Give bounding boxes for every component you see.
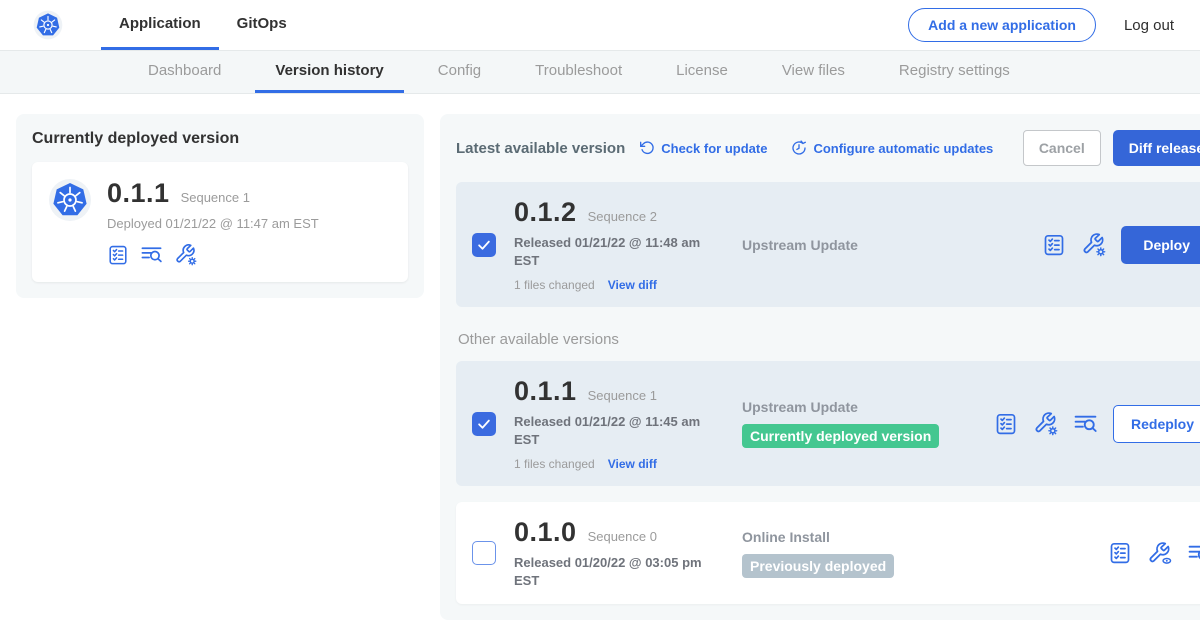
- deploy-button[interactable]: Deploy: [1121, 226, 1200, 264]
- released-timestamp: Released 01/21/22 @ 11:48 am EST: [514, 234, 719, 269]
- released-timestamp: Released 01/21/22 @ 11:45 am EST: [514, 413, 719, 448]
- wrench-gear-icon[interactable]: [174, 243, 197, 266]
- version-sequence: Sequence 1: [588, 388, 657, 403]
- version-row-0-1-0: 0.1.0 Sequence 0 Released 01/20/22 @ 03:…: [456, 502, 1200, 604]
- release-notes-icon[interactable]: [1042, 233, 1066, 257]
- other-versions-title: Other available versions: [458, 331, 1200, 348]
- deployed-version-number: 0.1.1: [107, 178, 170, 209]
- subnav-item-license[interactable]: License: [656, 51, 748, 93]
- wrench-gear-icon[interactable]: [1081, 232, 1106, 257]
- version-sequence: Sequence 0: [588, 529, 657, 544]
- currently-deployed-title: Currently deployed version: [32, 130, 408, 148]
- logout-button[interactable]: Log out: [1124, 17, 1174, 34]
- subnav-item-config[interactable]: Config: [418, 51, 501, 93]
- subnav-item-version-history[interactable]: Version history: [255, 51, 403, 93]
- diff-releases-button[interactable]: Diff releases: [1113, 130, 1200, 166]
- subnav-item-registry-settings[interactable]: Registry settings: [879, 51, 1030, 93]
- check-for-update-link[interactable]: Check for update: [639, 140, 767, 156]
- wrench-eye-icon[interactable]: [1147, 541, 1172, 566]
- tab-application[interactable]: Application: [101, 0, 219, 50]
- previously-deployed-badge: Previously deployed: [742, 554, 894, 578]
- version-row-0-1-2: 0.1.2 Sequence 2 Released 01/21/22 @ 11:…: [456, 182, 1200, 307]
- check-for-update-label: Check for update: [661, 141, 767, 156]
- check-icon: [475, 236, 493, 254]
- release-notes-icon[interactable]: [994, 412, 1018, 436]
- kubernetes-app-icon: [48, 178, 92, 222]
- file-search-icon[interactable]: [1187, 541, 1200, 566]
- currently-deployed-badge: Currently deployed version: [742, 424, 939, 448]
- configure-auto-updates-label: Configure automatic updates: [813, 141, 993, 156]
- kubernetes-logo-icon: [33, 10, 63, 40]
- version-number: 0.1.0: [514, 517, 577, 548]
- version-number: 0.1.2: [514, 197, 577, 228]
- files-changed: 1 files changed: [514, 457, 595, 471]
- add-application-button[interactable]: Add a new application: [908, 8, 1096, 42]
- app-logo: [33, 0, 63, 50]
- release-notes-icon[interactable]: [107, 244, 129, 266]
- released-timestamp: Released 01/20/22 @ 03:05 pm EST: [514, 554, 719, 589]
- version-checkbox[interactable]: [472, 541, 496, 565]
- version-checkbox[interactable]: [472, 412, 496, 436]
- view-diff-link[interactable]: View diff: [608, 278, 657, 292]
- release-notes-icon[interactable]: [1108, 541, 1132, 565]
- tab-application-label: Application: [119, 15, 201, 32]
- redeploy-button[interactable]: Redeploy: [1113, 405, 1200, 443]
- configure-auto-updates-link[interactable]: Configure automatic updates: [791, 140, 993, 156]
- file-search-icon[interactable]: [140, 243, 163, 266]
- version-number: 0.1.1: [514, 376, 577, 407]
- tab-gitops[interactable]: GitOps: [219, 0, 305, 50]
- file-search-icon[interactable]: [1073, 411, 1098, 436]
- cancel-button[interactable]: Cancel: [1023, 130, 1101, 166]
- subnav-item-troubleshoot[interactable]: Troubleshoot: [515, 51, 642, 93]
- version-source: Upstream Update: [742, 399, 994, 415]
- version-history-page: Currently deployed version 0.1.1 Sequenc…: [0, 94, 1200, 620]
- clock-refresh-icon: [791, 140, 807, 156]
- latest-available-title: Latest available version: [456, 140, 625, 157]
- version-checkbox[interactable]: [472, 233, 496, 257]
- deployed-timestamp: Deployed 01/21/22 @ 11:47 am EST: [107, 216, 319, 231]
- subnav-item-view-files[interactable]: View files: [762, 51, 865, 93]
- files-changed: 1 files changed: [514, 278, 595, 292]
- refresh-icon: [639, 140, 655, 156]
- available-versions-panel: Latest available version Check for updat…: [440, 114, 1200, 620]
- top-nav: Application GitOps Add a new application…: [0, 0, 1200, 50]
- version-sequence: Sequence 2: [588, 209, 657, 224]
- version-source: Online Install: [742, 529, 994, 545]
- tab-gitops-label: GitOps: [237, 15, 287, 32]
- version-source: Upstream Update: [742, 237, 994, 253]
- deployed-version-card: 0.1.1 Sequence 1 Deployed 01/21/22 @ 11:…: [32, 162, 408, 282]
- deployed-sequence: Sequence 1: [181, 190, 250, 205]
- view-diff-link[interactable]: View diff: [608, 457, 657, 471]
- app-subnav: Dashboard Version history Config Trouble…: [0, 50, 1200, 94]
- wrench-gear-icon[interactable]: [1033, 411, 1058, 436]
- version-row-0-1-1: 0.1.1 Sequence 1 Released 01/21/22 @ 11:…: [456, 361, 1200, 486]
- check-icon: [475, 415, 493, 433]
- subnav-item-dashboard[interactable]: Dashboard: [128, 51, 241, 93]
- currently-deployed-panel: Currently deployed version 0.1.1 Sequenc…: [16, 114, 424, 298]
